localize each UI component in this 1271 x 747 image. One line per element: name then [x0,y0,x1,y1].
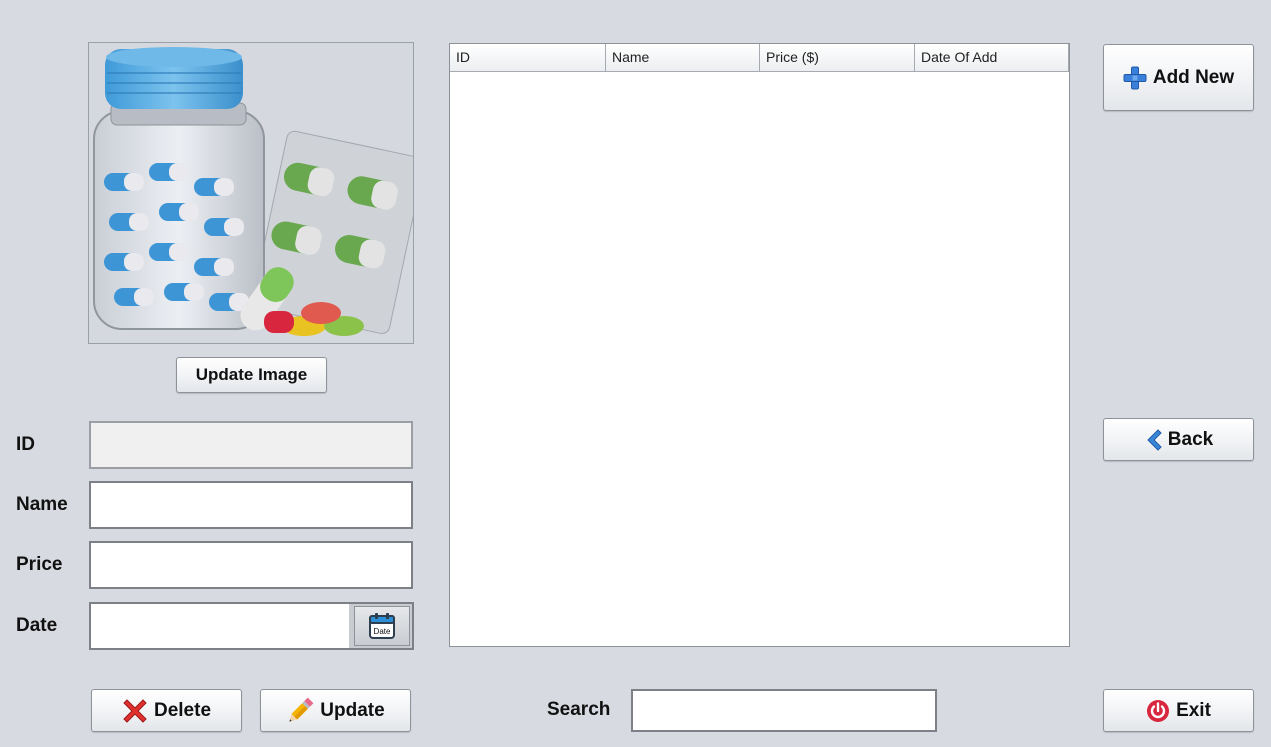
back-label: Back [1167,428,1214,450]
column-header-date-of-add[interactable]: Date Of Add [915,44,1069,71]
date-label: Date [16,615,58,636]
calendar-icon-text: Date [374,627,391,636]
price-label: Price [16,554,63,575]
add-new-button[interactable]: Add New [1103,44,1254,111]
update-image-label: Update Image [195,365,308,384]
search-label: Search [547,699,611,720]
product-image [88,42,414,344]
exit-label: Exit [1176,699,1211,721]
add-new-label: Add New [1152,66,1235,88]
calendar-icon: Date [369,613,395,639]
date-picker-button[interactable]: Date [354,606,410,646]
plus-icon [1123,66,1147,90]
column-header-price[interactable]: Price ($) [760,44,915,71]
column-header-name[interactable]: Name [606,44,760,71]
date-field[interactable] [91,604,349,648]
back-button[interactable]: Back [1103,418,1254,461]
x-icon [122,698,148,724]
table-header: ID Name Price ($) Date Of Add [450,44,1069,72]
date-chooser: Date [89,602,414,650]
column-header-id[interactable]: ID [450,44,606,71]
pencil-icon [286,697,314,725]
update-button[interactable]: Update [260,689,411,732]
medicine-jar-and-pills-image [93,47,413,336]
products-table[interactable]: ID Name Price ($) Date Of Add [449,43,1070,647]
delete-label: Delete [153,699,212,721]
id-label: ID [16,434,35,455]
name-field[interactable] [89,481,413,529]
name-label: Name [16,494,68,515]
id-field[interactable] [89,421,413,469]
table-body[interactable] [450,72,1069,646]
search-input[interactable] [631,689,937,732]
power-icon [1146,699,1170,723]
chevron-left-icon [1144,428,1162,451]
exit-button[interactable]: Exit [1103,689,1254,732]
delete-button[interactable]: Delete [91,689,242,732]
update-image-button[interactable]: Update Image [176,357,327,393]
update-label: Update [320,699,385,721]
price-field[interactable] [89,541,413,589]
